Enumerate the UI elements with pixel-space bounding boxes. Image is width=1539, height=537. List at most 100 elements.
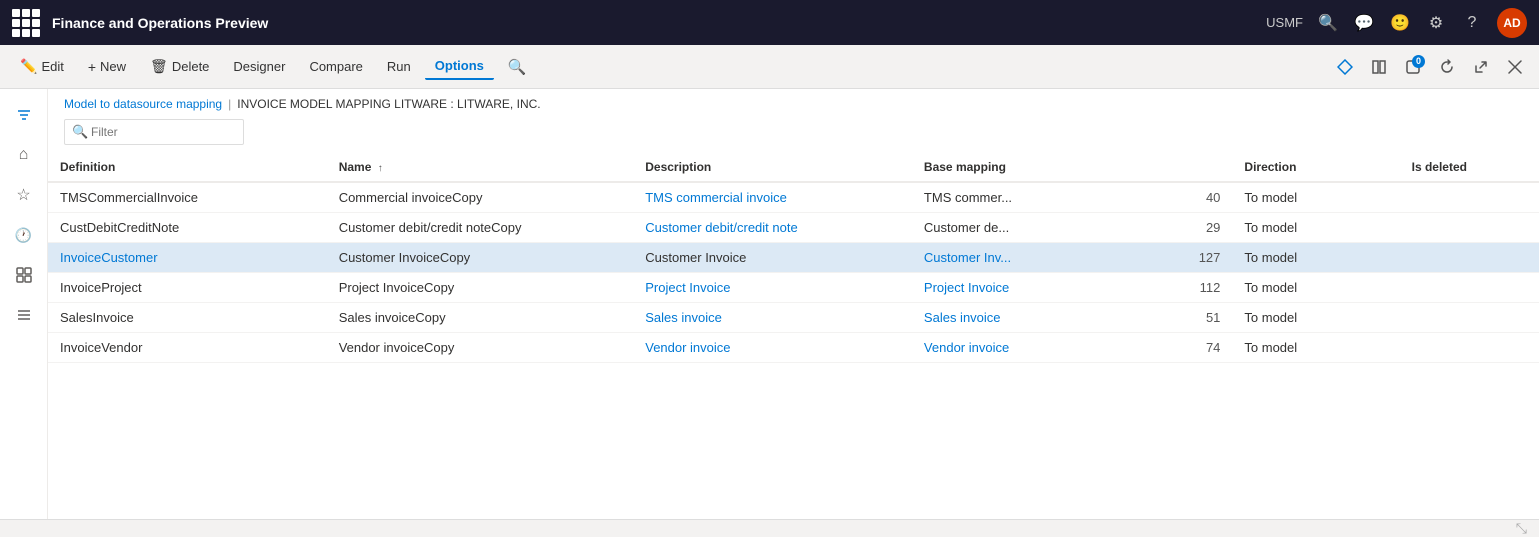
- sort-asc-icon: ↑: [378, 163, 383, 174]
- waffle-menu-icon[interactable]: [12, 9, 40, 37]
- refresh-icon: [1439, 59, 1455, 75]
- cell-num: 112: [1163, 273, 1233, 303]
- cell-name: Customer debit/credit noteCopy: [327, 213, 634, 243]
- cell-is-deleted: [1400, 213, 1539, 243]
- breadcrumb-parent[interactable]: Model to datasource mapping: [64, 97, 222, 111]
- cell-name: Sales invoiceCopy: [327, 303, 634, 333]
- cell-definition: CustDebitCreditNote: [48, 213, 327, 243]
- cell-name: Project InvoiceCopy: [327, 273, 634, 303]
- table-row[interactable]: TMSCommercialInvoice Commercial invoiceC…: [48, 182, 1539, 213]
- filter-input-wrap: 🔍: [64, 119, 244, 145]
- cell-base-mapping[interactable]: Customer Inv...: [912, 243, 1163, 273]
- cell-name: Vendor invoiceCopy: [327, 333, 634, 363]
- cell-description[interactable]: TMS commercial invoice: [633, 182, 912, 213]
- main-layout: ⌂ ☆ 🕐 Model to datasource mapping | INVO…: [0, 89, 1539, 519]
- col-header-description[interactable]: Description: [633, 153, 912, 182]
- cell-num: 74: [1163, 333, 1233, 363]
- content-area: Model to datasource mapping | INVOICE MO…: [48, 89, 1539, 519]
- cell-base-mapping[interactable]: Sales invoice: [912, 303, 1163, 333]
- diamond-icon-btn[interactable]: [1331, 53, 1359, 81]
- sidebar-item-recent[interactable]: 🕐: [6, 217, 42, 253]
- table-row[interactable]: CustDebitCreditNote Customer debit/credi…: [48, 213, 1539, 243]
- col-header-is-deleted[interactable]: Is deleted: [1400, 153, 1539, 182]
- col-header-name[interactable]: Name ↑: [327, 153, 634, 182]
- run-button[interactable]: Run: [377, 54, 421, 79]
- breadcrumb-current: INVOICE MODEL MAPPING LITWARE : LITWARE,…: [237, 97, 540, 111]
- cell-is-deleted: [1400, 303, 1539, 333]
- table-row[interactable]: InvoiceProject Project InvoiceCopy Proje…: [48, 273, 1539, 303]
- sidebar-item-home[interactable]: ⌂: [6, 137, 42, 173]
- cell-definition: InvoiceProject: [48, 273, 327, 303]
- cell-num: 40: [1163, 182, 1233, 213]
- cell-is-deleted: [1400, 273, 1539, 303]
- app-title: Finance and Operations Preview: [52, 15, 1266, 31]
- cell-description[interactable]: Vendor invoice: [633, 333, 912, 363]
- cell-description[interactable]: Project Invoice: [633, 273, 912, 303]
- cell-description[interactable]: Customer debit/credit note: [633, 213, 912, 243]
- cell-direction: To model: [1232, 333, 1399, 363]
- col-header-num: [1163, 153, 1233, 182]
- edit-icon: ✏️: [20, 58, 37, 75]
- close-icon: [1508, 60, 1522, 74]
- new-button[interactable]: + New: [78, 54, 136, 80]
- filter-sidebar-icon[interactable]: [6, 97, 42, 133]
- cell-is-deleted: [1400, 182, 1539, 213]
- cell-direction: To model: [1232, 273, 1399, 303]
- compare-button[interactable]: Compare: [299, 54, 372, 79]
- resize-icon[interactable]: ⤡: [1516, 520, 1527, 537]
- company-selector[interactable]: USMF: [1266, 15, 1303, 30]
- cell-name: Commercial invoiceCopy: [327, 182, 634, 213]
- chat-icon[interactable]: 💬: [1353, 12, 1375, 34]
- cell-definition: SalesInvoice: [48, 303, 327, 333]
- sidebar-item-modules[interactable]: [6, 297, 42, 333]
- sidebar-item-favorites[interactable]: ☆: [6, 177, 42, 213]
- sidebar-item-workspaces[interactable]: [6, 257, 42, 293]
- col-header-direction[interactable]: Direction: [1232, 153, 1399, 182]
- refresh-icon-btn[interactable]: [1433, 53, 1461, 81]
- cell-direction: To model: [1232, 243, 1399, 273]
- cell-num: 127: [1163, 243, 1233, 273]
- table-row[interactable]: InvoiceVendor Vendor invoiceCopy Vendor …: [48, 333, 1539, 363]
- popout-icon-btn[interactable]: [1467, 53, 1495, 81]
- cell-base-mapping[interactable]: Project Invoice: [912, 273, 1163, 303]
- cell-num: 29: [1163, 213, 1233, 243]
- cell-base-mapping[interactable]: Vendor invoice: [912, 333, 1163, 363]
- options-button[interactable]: Options: [425, 53, 494, 80]
- cell-definition[interactable]: InvoiceCustomer: [48, 243, 327, 273]
- action-search-icon: 🔍: [508, 58, 527, 76]
- designer-button[interactable]: Designer: [223, 54, 295, 79]
- settings-icon[interactable]: ⚙: [1425, 12, 1447, 34]
- edit-button[interactable]: ✏️ Edit: [10, 53, 74, 80]
- cell-base-mapping: TMS commer...: [912, 182, 1163, 213]
- cell-definition: TMSCommercialInvoice: [48, 182, 327, 213]
- smiley-icon[interactable]: 🙂: [1389, 12, 1411, 34]
- cell-description[interactable]: Sales invoice: [633, 303, 912, 333]
- cell-is-deleted: [1400, 243, 1539, 273]
- cell-direction: To model: [1232, 182, 1399, 213]
- action-search-button[interactable]: 🔍: [498, 53, 537, 81]
- cell-base-mapping: Customer de...: [912, 213, 1163, 243]
- cell-direction: To model: [1232, 213, 1399, 243]
- cell-definition: InvoiceVendor: [48, 333, 327, 363]
- top-bar: Finance and Operations Preview USMF 🔍 💬 …: [0, 0, 1539, 45]
- cell-num: 51: [1163, 303, 1233, 333]
- panel-icon-btn[interactable]: [1365, 53, 1393, 81]
- cell-is-deleted: [1400, 333, 1539, 363]
- notification-icon-btn[interactable]: 0: [1399, 53, 1427, 81]
- table-row[interactable]: SalesInvoice Sales invoiceCopy Sales inv…: [48, 303, 1539, 333]
- bottom-bar: ⤡: [0, 519, 1539, 537]
- col-header-definition[interactable]: Definition: [48, 153, 327, 182]
- user-avatar[interactable]: AD: [1497, 8, 1527, 38]
- col-header-base-mapping[interactable]: Base mapping: [912, 153, 1163, 182]
- close-icon-btn[interactable]: [1501, 53, 1529, 81]
- delete-button[interactable]: 🗑 Delete: [140, 53, 219, 80]
- table-row[interactable]: InvoiceCustomer Customer InvoiceCopy Cus…: [48, 243, 1539, 273]
- filter-input[interactable]: [64, 119, 244, 145]
- diamond-icon: [1337, 59, 1353, 75]
- cell-direction: To model: [1232, 303, 1399, 333]
- filter-bar: 🔍: [48, 115, 1539, 153]
- search-icon[interactable]: 🔍: [1317, 12, 1339, 34]
- popout-icon: [1473, 59, 1489, 75]
- data-table: Definition Name ↑ Description Base mappi…: [48, 153, 1539, 519]
- help-icon[interactable]: ?: [1461, 12, 1483, 34]
